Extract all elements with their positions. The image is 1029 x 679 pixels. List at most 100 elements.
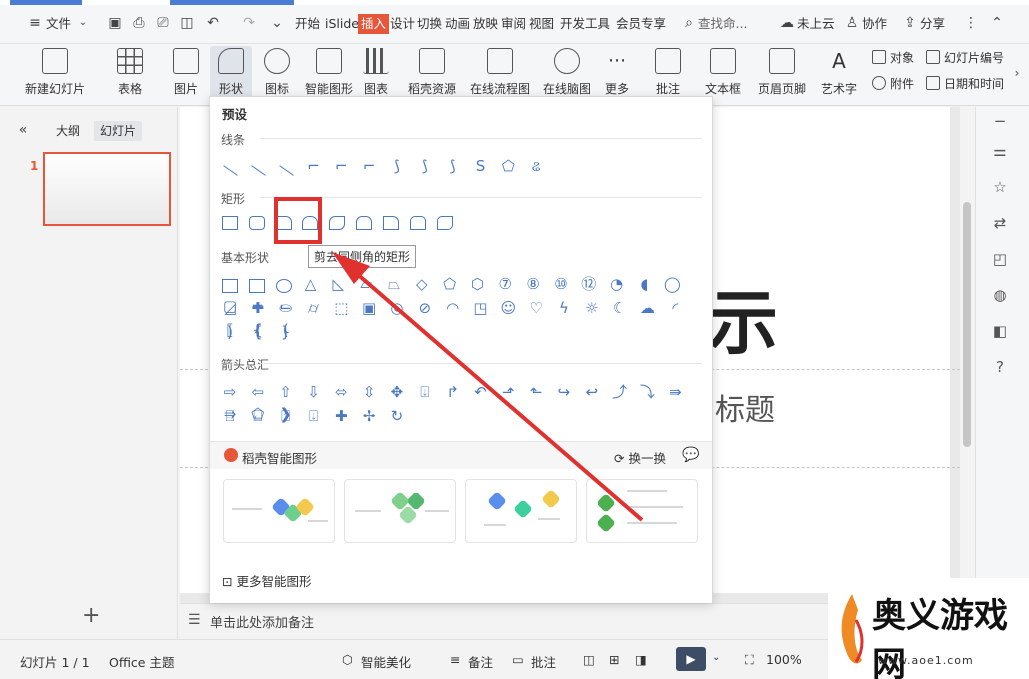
parallelogram-shape[interactable]: ▱ bbox=[356, 273, 376, 295]
textbox-button[interactable]: 文本框 bbox=[700, 46, 746, 102]
curved-up-arrow-shape[interactable]: ⤴ bbox=[610, 381, 630, 403]
reading-view-icon[interactable]: ◨ bbox=[635, 652, 647, 667]
curved-left-arrow-shape[interactable]: ↩ bbox=[582, 381, 602, 403]
round-same-side-rectangle-shape[interactable] bbox=[409, 215, 426, 230]
quad-arrow-callout-shape[interactable]: ✢ bbox=[359, 405, 379, 427]
notes-toggle[interactable]: 备注 bbox=[468, 652, 493, 671]
export-pdf-icon[interactable]: ⎙ bbox=[130, 14, 148, 32]
striped-right-arrow-shape[interactable]: ⇛ bbox=[665, 381, 685, 403]
mindmap-button[interactable]: 在线脑图 bbox=[540, 46, 594, 102]
round-diagonal-rectangle-shape[interactable] bbox=[436, 215, 453, 230]
collab-button[interactable]: 协作 bbox=[862, 14, 887, 34]
object-button[interactable]: 对象 bbox=[872, 48, 914, 68]
rounded-rectangle-shape[interactable] bbox=[248, 215, 265, 230]
rectangle-shape[interactable] bbox=[222, 215, 238, 230]
smart-template-2[interactable] bbox=[344, 479, 456, 543]
menu-devtools[interactable]: 开发工具 bbox=[560, 14, 610, 34]
beautify-button[interactable]: 智能美化 bbox=[361, 652, 411, 671]
help-icon[interactable]: ? bbox=[990, 357, 1010, 377]
preview-icon[interactable]: ◫ bbox=[178, 14, 196, 32]
collapse-ribbon-icon[interactable]: ⌃ bbox=[988, 14, 1006, 32]
smiley-face-shape[interactable]: ☺ bbox=[498, 297, 518, 319]
menu-insert[interactable]: 插入 bbox=[358, 14, 390, 34]
menu-design[interactable]: 设计 bbox=[390, 14, 415, 34]
up-arrow-callout-shape[interactable]: ⍐ bbox=[276, 405, 296, 427]
menu-member[interactable]: 会员专享 bbox=[616, 14, 666, 34]
can-shape[interactable]: ⌭ bbox=[303, 297, 323, 319]
icon-library-button[interactable]: 图标 bbox=[258, 46, 296, 102]
curved-arrow-shape[interactable]: ⟆ bbox=[415, 155, 435, 177]
zoom-level[interactable]: 100% bbox=[766, 652, 802, 667]
transition-icon[interactable]: ⇄ bbox=[990, 213, 1010, 233]
arc-shape[interactable]: ◜ bbox=[665, 297, 685, 319]
vertical-textbox-shape[interactable] bbox=[248, 278, 265, 293]
u-turn-arrow-shape[interactable]: ↶ bbox=[470, 381, 490, 403]
curved-right-arrow-shape[interactable]: ↪ bbox=[554, 381, 574, 403]
cloud-shape[interactable]: ☁ bbox=[637, 297, 657, 319]
smart-graphic-button[interactable]: 智能图形 bbox=[302, 46, 356, 102]
menu-review[interactable]: 审阅 bbox=[501, 14, 526, 34]
grid-view-icon[interactable]: ⊞ bbox=[609, 652, 619, 667]
right-arrow-callout-shape[interactable]: ⍈ bbox=[220, 405, 240, 427]
block-arc-shape[interactable]: ◠ bbox=[443, 297, 463, 319]
chevron-down-icon[interactable]: ⌄ bbox=[712, 652, 720, 663]
elbow-double-arrow-shape[interactable]: ⌐ bbox=[359, 155, 379, 177]
curved-connector-shape[interactable]: ⟆ bbox=[387, 155, 407, 177]
smart-template-4[interactable] bbox=[586, 479, 698, 543]
table-button[interactable]: 表格 bbox=[110, 46, 150, 102]
donut-shape[interactable]: ◎ bbox=[387, 297, 407, 319]
round-single-corner-rectangle-shape[interactable] bbox=[382, 215, 399, 230]
save-icon[interactable]: ▣ bbox=[106, 14, 124, 32]
file-menu[interactable]: 文件 bbox=[46, 14, 71, 34]
slide-title[interactable]: 示 bbox=[708, 267, 778, 368]
comment-toggle[interactable]: 批注 bbox=[531, 652, 556, 671]
left-arrow-shape[interactable]: ⇦ bbox=[248, 381, 268, 403]
ribbon-scroll-right-icon[interactable]: › bbox=[1008, 64, 1026, 82]
bent-arrow-shape[interactable]: ↱ bbox=[443, 381, 463, 403]
sun-shape[interactable]: ☼ bbox=[582, 297, 602, 319]
curved-double-arrow-shape[interactable]: ⟆ bbox=[443, 155, 463, 177]
left-right-arrow-callout-shape[interactable]: ✚ bbox=[331, 405, 351, 427]
slide-thumbnail[interactable] bbox=[43, 152, 171, 226]
feedback-icon[interactable]: 💬 bbox=[682, 447, 699, 463]
tab-outline[interactable]: 大纲 bbox=[50, 121, 86, 141]
diagonal-stripe-shape[interactable]: ◿ bbox=[220, 297, 240, 319]
left-right-arrow-shape[interactable]: ⬄ bbox=[331, 381, 351, 403]
right-arrow-shape[interactable]: ⇨ bbox=[220, 381, 240, 403]
menu-slideshow[interactable]: 放映 bbox=[473, 14, 498, 34]
bent-up-arrow-shape[interactable]: ⬑ bbox=[526, 381, 546, 403]
triangle-shape[interactable]: △ bbox=[300, 273, 320, 295]
attachment-button[interactable]: 附件 bbox=[872, 74, 914, 94]
trapezoid-shape[interactable]: ⏢ bbox=[384, 273, 404, 295]
chart-button[interactable]: 图表 bbox=[361, 46, 391, 102]
teardrop-shape[interactable]: ◯ bbox=[662, 273, 682, 295]
menu-start[interactable]: 开始 bbox=[295, 14, 320, 34]
double-arrow-line-shape[interactable] bbox=[278, 164, 294, 176]
share-button[interactable]: 分享 bbox=[920, 14, 945, 34]
lightbulb-icon[interactable]: ◍ bbox=[990, 285, 1010, 305]
swap-button[interactable]: ⟳ 换一换 bbox=[614, 448, 666, 467]
undo-icon[interactable]: ↶ bbox=[204, 14, 222, 32]
down-arrow-callout-shape[interactable]: ⍗ bbox=[303, 405, 323, 427]
menu-view[interactable]: 视图 bbox=[529, 14, 554, 34]
normal-view-icon[interactable]: ◫ bbox=[583, 652, 595, 667]
snip-diagonal-corner-rectangle-shape[interactable] bbox=[329, 215, 346, 230]
left-up-arrow-shape[interactable]: ⬏ bbox=[498, 381, 518, 403]
left-right-up-arrow-shape[interactable]: ⍗ bbox=[415, 381, 435, 403]
circular-arrow-shape[interactable]: ↻ bbox=[387, 405, 407, 427]
beautify-icon[interactable]: ⬡ bbox=[342, 652, 353, 667]
datetime-button[interactable]: 日期和时间 bbox=[926, 74, 1004, 94]
notes-toggle-icon[interactable]: ≡ bbox=[450, 652, 460, 667]
right-brace-shape[interactable]: } bbox=[276, 321, 296, 343]
left-arrow-callout-shape[interactable]: ⍇ bbox=[248, 405, 268, 427]
header-footer-button[interactable]: 页眉页脚 bbox=[756, 46, 808, 102]
collapse-panel-icon[interactable]: « bbox=[14, 121, 32, 139]
chevron-down-icon[interactable]: ⌄ bbox=[268, 14, 286, 32]
scrollbar-thumb[interactable] bbox=[963, 202, 971, 447]
wordart-button[interactable]: A 艺术字 bbox=[815, 46, 863, 102]
scribble-shape[interactable]: ଌ bbox=[526, 155, 546, 177]
chevron-down-icon[interactable]: ⌄ bbox=[74, 14, 92, 32]
properties-icon[interactable]: ⚌ bbox=[990, 141, 1010, 161]
new-slide-button[interactable]: 新建幻灯片 bbox=[14, 46, 96, 102]
picture-button[interactable]: 图片 bbox=[167, 46, 205, 102]
